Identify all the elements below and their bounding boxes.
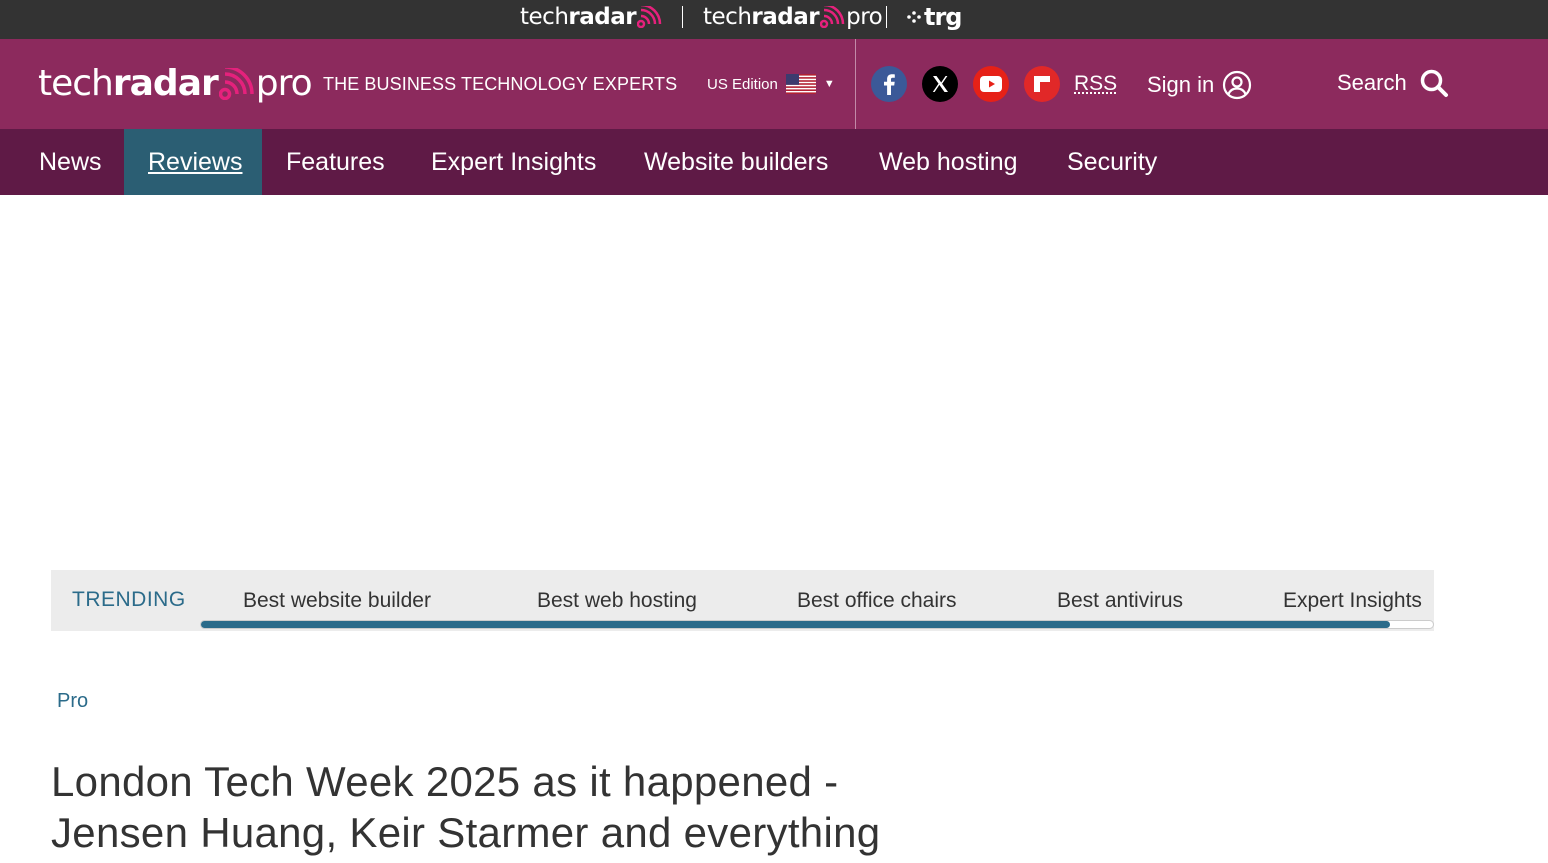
trg-logo-text: trg: [924, 2, 962, 31]
trending-link[interactable]: Best web hosting: [537, 589, 697, 613]
youtube-icon[interactable]: [973, 66, 1009, 102]
trending-bar: TRENDING Best website builder Best web h…: [51, 570, 1434, 631]
radar-signal-icon: [820, 5, 845, 28]
nav-item-label: Reviews: [148, 147, 243, 176]
search-button[interactable]: Search: [1337, 68, 1449, 98]
nav-item-label: Expert Insights: [431, 147, 597, 176]
trending-link[interactable]: Expert Insights: [1283, 589, 1422, 613]
nav-item-website-builders[interactable]: Website builders: [644, 129, 828, 195]
search-label: Search: [1337, 70, 1407, 95]
nav-item-reviews[interactable]: Reviews: [124, 129, 262, 195]
chevron-down-icon: ▼: [823, 78, 835, 90]
flipboard-icon[interactable]: [1024, 66, 1060, 102]
brand-separator: [682, 6, 683, 28]
sign-in-button[interactable]: Sign in: [1147, 70, 1252, 100]
radar-signal-icon: [637, 5, 662, 28]
trg-brand-link[interactable]: trg: [906, 0, 962, 33]
search-icon: [1420, 69, 1448, 97]
headline-line: Jensen Huang, Keir Starmer and everythin…: [51, 809, 881, 856]
site-header: techradar pro THE BUSINESS TECHNOLOGY EX…: [0, 39, 1548, 129]
brand-radar-text: radar: [568, 3, 637, 30]
brand-tech-text: tech: [703, 3, 752, 30]
techradar-brand-link[interactable]: techradar: [520, 0, 663, 33]
trending-label: TRENDING: [72, 588, 186, 611]
nav-item-expert-insights[interactable]: Expert Insights: [431, 129, 596, 195]
brand-separator: [886, 6, 887, 28]
nav-item-web-hosting[interactable]: Web hosting: [879, 129, 1018, 195]
nav-item-label: Features: [286, 147, 385, 176]
radar-signal-icon: [218, 67, 254, 100]
nav-item-label: News: [39, 147, 102, 176]
trending-link[interactable]: Best office chairs: [797, 589, 957, 613]
nav-item-label: Website builders: [644, 147, 829, 176]
nav-item-news[interactable]: News: [24, 129, 117, 195]
trending-scrollbar[interactable]: [200, 620, 1434, 629]
user-account-icon: [1223, 70, 1252, 100]
sign-in-label: Sign in: [1147, 72, 1215, 97]
breadcrumb[interactable]: Pro: [57, 690, 88, 713]
edition-selector[interactable]: US Edition ▼: [707, 74, 835, 94]
trending-scrollbar-thumb[interactable]: [201, 621, 1390, 628]
facebook-icon[interactable]: [871, 66, 907, 102]
x-icon[interactable]: [922, 66, 958, 102]
header-divider: [855, 39, 856, 129]
techradar-pro-logo[interactable]: techradar pro: [38, 63, 313, 104]
network-brand-bar: techradar techradar pro trg: [0, 0, 1548, 39]
article-headline: London Tech Week 2025 as it happened - J…: [51, 756, 951, 858]
nav-item-security[interactable]: Security: [1067, 129, 1157, 195]
trending-link[interactable]: Best antivirus: [1057, 589, 1183, 613]
nav-item-label: Security: [1067, 147, 1158, 176]
edition-label: US Edition: [707, 75, 778, 93]
site-tagline: THE BUSINESS TECHNOLOGY EXPERTS: [323, 74, 678, 94]
trending-link[interactable]: Best website builder: [243, 589, 431, 613]
brand-pro-text: pro: [846, 3, 883, 30]
headline-line: London Tech Week 2025 as it happened -: [51, 758, 839, 805]
logo-pro-text: pro: [255, 63, 313, 104]
brand-tech-text: tech: [520, 3, 569, 30]
us-flag-icon: [785, 74, 816, 94]
nav-item-label: Web hosting: [879, 147, 1018, 176]
logo-tech-text: tech: [38, 63, 114, 104]
brand-radar-text: radar: [751, 3, 820, 30]
trg-dots-icon: [907, 10, 921, 23]
nav-item-features[interactable]: Features: [286, 129, 385, 195]
logo-radar-text: radar: [112, 63, 219, 104]
rss-link[interactable]: RSS: [1074, 72, 1117, 96]
techradar-pro-brand-link[interactable]: techradar pro: [703, 0, 883, 33]
primary-nav: News Reviews Features Expert Insights We…: [0, 129, 1548, 195]
